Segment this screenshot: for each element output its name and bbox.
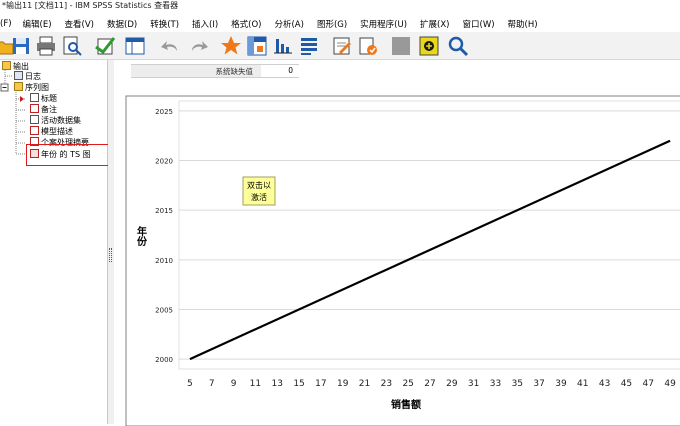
outline-pane: 输出 日志 序列图 标题 备注 活动数据集 模型描述 个案处理摘要 年份 的 T…	[0, 60, 116, 424]
x-tick-7: 7	[209, 379, 215, 389]
x-tick-25: 25	[402, 379, 413, 389]
y-tick-2015: 2015	[155, 207, 173, 215]
x-tick-17: 17	[315, 379, 326, 389]
chart-book-icon	[14, 82, 23, 91]
ts-chart[interactable]: 2000 2005 2010 2015 2020 2025 5 7 9 11 13 15 17 19 21…	[125, 95, 680, 426]
x-tick-15: 15	[293, 379, 304, 389]
x-tick-19: 19	[337, 379, 349, 389]
x-tick-27: 27	[424, 379, 435, 389]
menu-extensions[interactable]: 扩展(X)	[420, 18, 449, 30]
x-tick-37: 37	[533, 379, 544, 389]
content-pane: 系统缺失值 0 2000 2005 2010 2015 2020 2025 5 7 9 11 13…	[114, 60, 680, 426]
menu-insert[interactable]: 插入(I)	[192, 18, 218, 30]
y-tick-2005: 2005	[155, 306, 173, 314]
edit-icon[interactable]	[331, 35, 353, 57]
print-preview-icon[interactable]	[61, 35, 83, 57]
chart-icon[interactable]	[272, 35, 294, 57]
x-tick-33: 33	[490, 379, 501, 389]
menu-data[interactable]: 数据(D)	[107, 18, 137, 30]
print-icon[interactable]	[35, 35, 57, 57]
tooltip-line-2: 激活	[251, 192, 267, 202]
x-tick-29: 29	[446, 379, 458, 389]
y-tick-2025: 2025	[155, 108, 173, 116]
notes-icon	[30, 104, 39, 113]
y-axis-label: 年份	[135, 225, 147, 247]
menu-utilities[interactable]: 实用程序(U)	[360, 18, 407, 30]
redo-icon[interactable]	[188, 35, 210, 57]
y-tick-2010: 2010	[155, 257, 173, 265]
y-tick-2020: 2020	[155, 158, 173, 166]
x-tick-39: 39	[555, 379, 567, 389]
menu-bar: (F) 编辑(E) 查看(V) 数据(D) 转换(T) 插入(I) 格式(O) …	[0, 16, 680, 32]
x-tick-9: 9	[231, 379, 237, 389]
designate-icon[interactable]	[357, 35, 379, 57]
menu-file[interactable]: (F)	[0, 19, 12, 29]
add-icon[interactable]	[418, 35, 440, 57]
undo-icon[interactable]	[159, 35, 181, 57]
table-icon	[30, 126, 39, 135]
window-title: *输出11 [文档11] - IBM SPSS Statistics 查看器	[0, 0, 680, 16]
x-tick-41: 41	[577, 379, 588, 389]
tree-item-title[interactable]: 标题	[30, 93, 57, 104]
menu-view[interactable]: 查看(V)	[65, 18, 94, 30]
toolbar	[0, 32, 680, 60]
x-axis-label: 销售额	[391, 398, 421, 411]
tooltip-line-1: 双击以	[247, 180, 271, 190]
search-icon[interactable]	[447, 35, 469, 57]
goto-data-icon[interactable]	[124, 35, 146, 57]
x-tick-45: 45	[621, 379, 632, 389]
pivot-icon[interactable]	[246, 35, 268, 57]
x-tick-5: 5	[187, 379, 193, 389]
x-tick-23: 23	[381, 379, 392, 389]
y-tick-2000: 2000	[155, 356, 173, 364]
menu-analyze[interactable]: 分析(A)	[274, 18, 303, 30]
gray-box-icon[interactable]	[390, 35, 412, 57]
x-tick-31: 31	[468, 379, 479, 389]
tree-item-model-description[interactable]: 模型描述	[30, 126, 73, 137]
x-tick-labels: 5 7 9 11 13 15 17 19 21 23 25 27 29 31 33 35 37 39 41 43 45 4…	[187, 379, 676, 389]
export-icon[interactable]	[94, 35, 116, 57]
summary-value-cell: 0	[261, 64, 299, 78]
save-icon[interactable]	[10, 35, 32, 57]
x-tick-11: 11	[250, 379, 261, 389]
list-icon[interactable]	[298, 35, 320, 57]
menu-transform[interactable]: 转换(T)	[150, 18, 179, 30]
x-tick-13: 13	[271, 379, 282, 389]
title-icon	[30, 93, 39, 102]
splitter-grip[interactable]	[109, 248, 112, 262]
menu-edit[interactable]: 编辑(E)	[23, 18, 52, 30]
x-tick-21: 21	[359, 379, 370, 389]
tree-item-log[interactable]: 日志	[14, 71, 41, 82]
tree-item-notes[interactable]: 备注	[30, 104, 57, 115]
selection-highlight	[26, 144, 116, 166]
menu-window[interactable]: 窗口(W)	[463, 18, 495, 30]
menu-graphs[interactable]: 图形(G)	[317, 18, 347, 30]
tree-item-sequence-chart[interactable]: 序列图	[14, 82, 49, 93]
x-tick-35: 35	[512, 379, 523, 389]
menu-help[interactable]: 帮助(H)	[508, 18, 538, 30]
x-tick-47: 47	[643, 379, 654, 389]
x-tick-49: 49	[664, 379, 676, 389]
dataset-icon	[30, 115, 39, 124]
tree-item-active-dataset[interactable]: 活动数据集	[30, 115, 81, 126]
x-tick-43: 43	[599, 379, 610, 389]
log-icon	[14, 71, 23, 80]
output-book-icon	[2, 61, 11, 70]
star-icon[interactable]	[220, 35, 242, 57]
summary-label-cell: 系统缺失值	[131, 64, 261, 78]
menu-format[interactable]: 格式(O)	[231, 18, 261, 30]
